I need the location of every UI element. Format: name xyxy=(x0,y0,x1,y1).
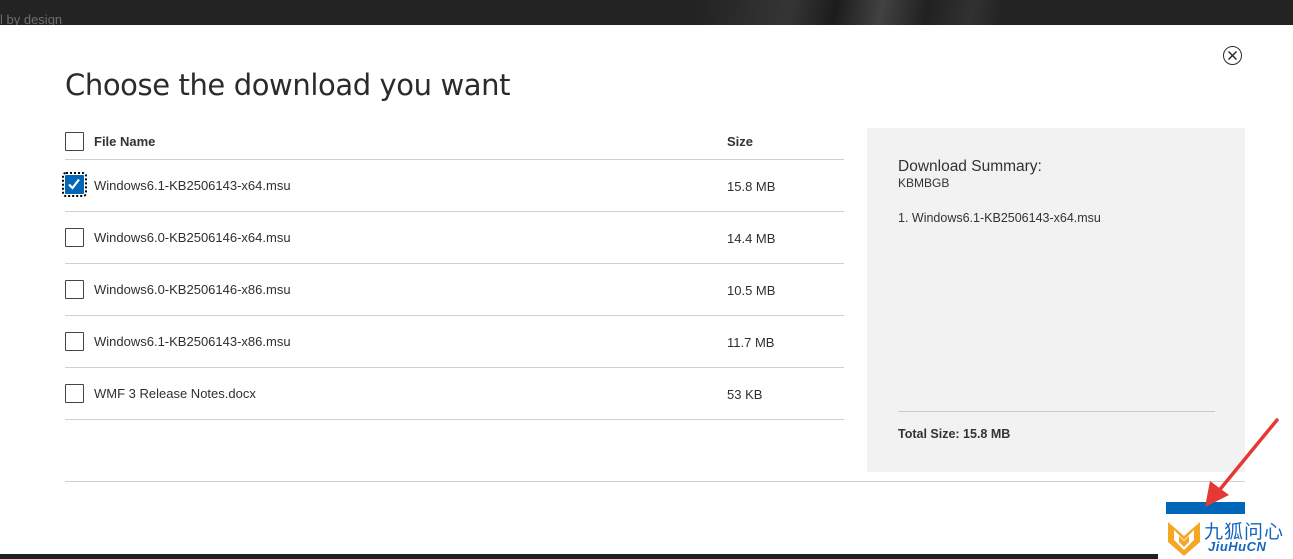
summary-item: 1. Windows6.1-KB2506143-x64.msu xyxy=(898,211,1101,225)
file-name[interactable]: Windows6.0-KB2506146-x86.msu xyxy=(94,282,291,297)
file-name[interactable]: Windows6.1-KB2506143-x64.msu xyxy=(94,178,291,193)
file-size: 10.5 MB xyxy=(727,283,776,298)
file-size: 15.8 MB xyxy=(727,179,776,194)
summary-title: Download Summary: xyxy=(898,158,1042,175)
file-checkbox-checked[interactable] xyxy=(62,172,87,197)
background-page-bottom xyxy=(0,554,1293,559)
summary-total-size: Total Size: 15.8 MB xyxy=(898,427,1011,441)
file-checkbox[interactable] xyxy=(65,280,84,299)
file-checkbox[interactable] xyxy=(65,384,84,403)
file-checkbox[interactable] xyxy=(65,332,84,351)
checkmark-icon xyxy=(68,178,80,190)
file-name[interactable]: Windows6.0-KB2506146-x64.msu xyxy=(94,230,291,245)
table-divider xyxy=(65,367,844,368)
background-header-text: l by design xyxy=(0,12,63,26)
file-size: 11.7 MB xyxy=(727,335,775,350)
column-header-file-name: File Name xyxy=(94,134,156,149)
file-name[interactable]: WMF 3 Release Notes.docx xyxy=(94,386,256,401)
file-name[interactable]: Windows6.1-KB2506143-x86.msu xyxy=(94,334,291,349)
download-summary-panel: Download Summary: KBMBGB 1. Windows6.1-K… xyxy=(867,128,1245,472)
summary-subtitle: KBMBGB xyxy=(898,176,950,190)
close-dialog-button[interactable] xyxy=(1223,46,1242,65)
column-header-size: Size xyxy=(727,134,754,149)
background-site-header: l by design xyxy=(0,0,1293,25)
select-all-checkbox[interactable] xyxy=(65,132,84,151)
file-size: 53 KB xyxy=(727,387,763,402)
file-size: 14.4 MB xyxy=(727,231,776,246)
dialog-title: Choose the download you want xyxy=(65,68,511,102)
fox-logo-icon xyxy=(1168,522,1200,556)
table-divider xyxy=(65,315,844,316)
summary-divider xyxy=(898,411,1215,412)
table-divider xyxy=(65,419,844,420)
file-checkbox[interactable] xyxy=(65,228,84,247)
table-divider xyxy=(65,211,844,212)
close-icon xyxy=(1228,51,1237,60)
background-hero-image xyxy=(700,0,1000,25)
annotation-arrow-icon xyxy=(1205,418,1279,507)
table-divider xyxy=(65,159,844,160)
table-divider xyxy=(65,263,844,264)
footer-divider xyxy=(65,481,1245,482)
watermark-en-text: JiuHuCN xyxy=(1208,539,1267,554)
watermark: 九狐问心 JiuHuCN xyxy=(1158,514,1293,559)
